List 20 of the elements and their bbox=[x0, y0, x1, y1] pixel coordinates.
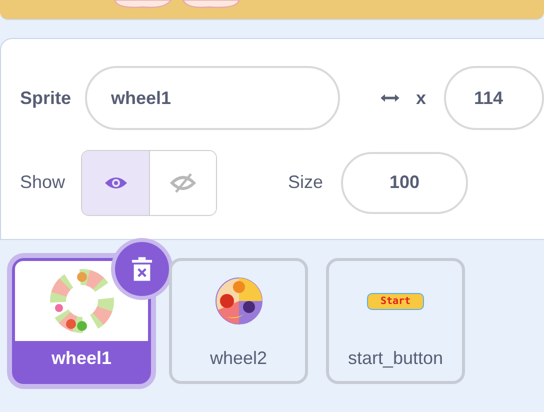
sprite-name-field[interactable]: wheel1 bbox=[85, 66, 340, 130]
sprite-name: wheel2 bbox=[208, 346, 268, 370]
x-field[interactable]: 114 bbox=[444, 66, 544, 130]
size-label: Size bbox=[288, 172, 324, 193]
show-toggle-button[interactable] bbox=[82, 150, 150, 214]
food-ring-icon bbox=[48, 268, 114, 334]
sprite-name: wheel1 bbox=[50, 346, 113, 370]
sprite-name: start_button bbox=[346, 346, 444, 370]
delete-button[interactable] bbox=[115, 242, 169, 296]
hide-toggle-button[interactable] bbox=[149, 150, 216, 214]
x-label: x bbox=[416, 88, 426, 108]
sprite-label: Sprite bbox=[20, 88, 72, 108]
trash-icon bbox=[132, 257, 152, 281]
start-thumbnail: Start bbox=[367, 292, 424, 310]
show-label: Show bbox=[20, 172, 66, 193]
crossed-eye-icon bbox=[170, 172, 196, 194]
sprite-tile[interactable]: wheel2 bbox=[169, 258, 308, 384]
sprite-tile[interactable]: Start start_button bbox=[326, 258, 465, 384]
size-field[interactable]: 100 bbox=[341, 152, 468, 214]
fruit-plate-icon bbox=[214, 277, 262, 325]
